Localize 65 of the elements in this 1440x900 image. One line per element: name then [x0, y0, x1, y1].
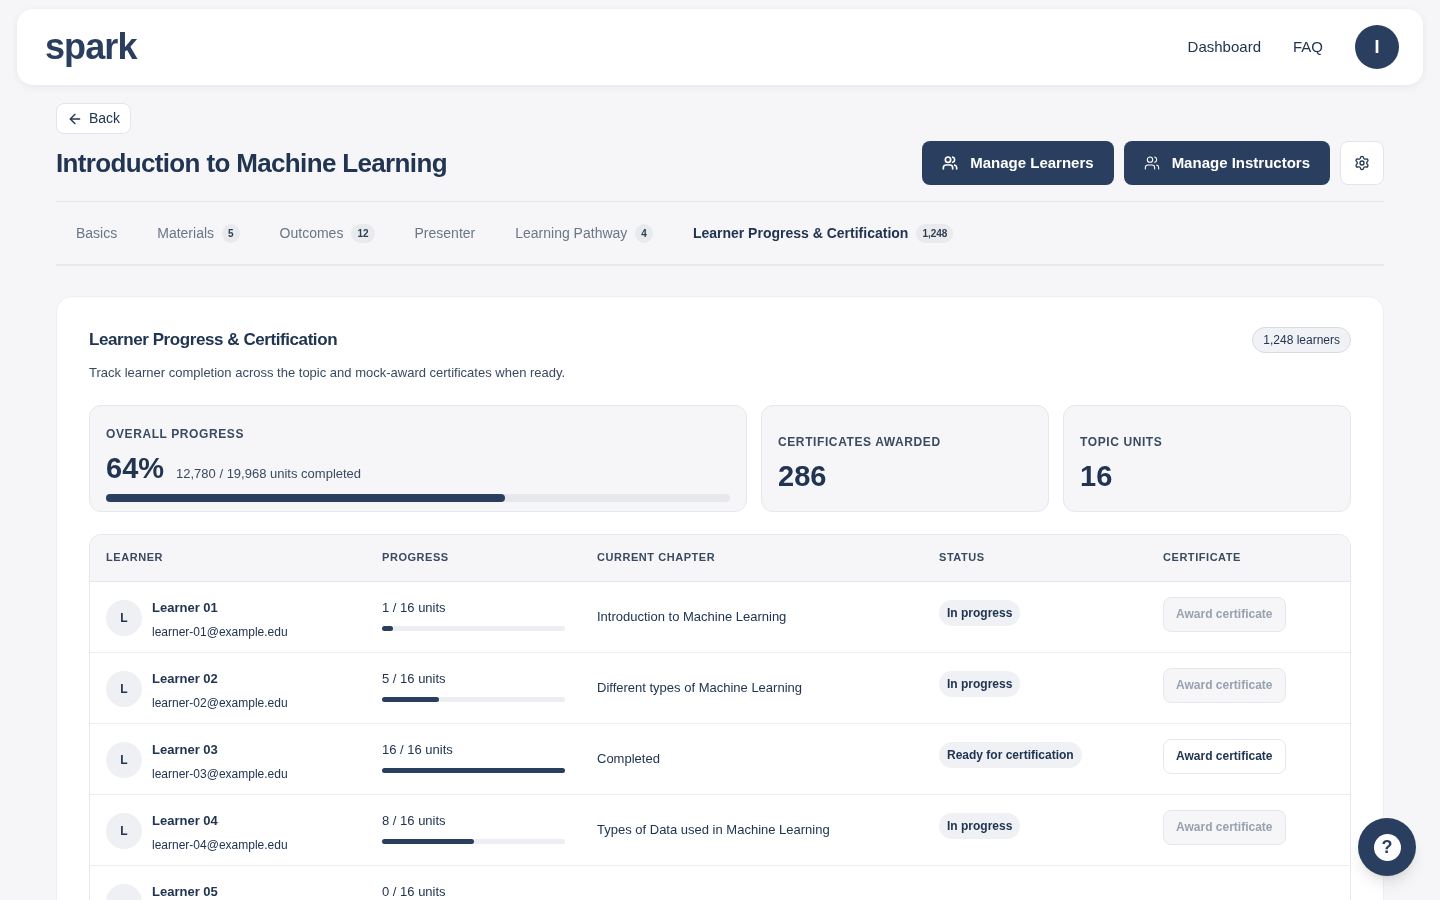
learner-email: learner-03@example.edu	[152, 766, 288, 783]
progress-text: 1 / 16 units	[382, 598, 447, 617]
settings-icon	[1354, 155, 1370, 171]
avatar[interactable]: I	[1355, 25, 1399, 69]
chapter-text: Different types of Machine Learning	[597, 678, 803, 697]
learner-email: learner-02@example.edu	[152, 695, 288, 712]
learner-name: Learner 02	[152, 669, 219, 688]
manage-button[interactable]: Manage Learners	[922, 141, 1114, 185]
nav-link[interactable]: FAQ	[1293, 35, 1323, 59]
stat-label: OVERALL PROGRESS	[106, 425, 246, 443]
learner-email: learner-01@example.edu	[152, 624, 288, 641]
avatar: L	[106, 599, 142, 636]
column-header: PROGRESS	[382, 550, 450, 566]
count-badge: 4	[635, 223, 653, 243]
status-pill: In progress	[939, 670, 1021, 697]
stat-value: 16	[1080, 458, 1114, 494]
chapter-text: Completed	[597, 749, 661, 768]
settings-button[interactable]	[1340, 141, 1384, 185]
progress-text: 5 / 16 units	[382, 669, 447, 688]
back-button[interactable]: Back	[56, 103, 132, 134]
stat-detail: 12,780 / 19,968 units completed	[176, 464, 362, 483]
avatar: L	[106, 670, 142, 707]
tab[interactable]: Materials 5	[157, 222, 240, 244]
learner-name: Learner 05	[152, 882, 218, 900]
count-badge: 1,248	[916, 223, 954, 243]
nav-link[interactable]: Dashboard	[1187, 35, 1261, 59]
learner-email: learner-04@example.edu	[152, 837, 288, 854]
progress-text: 8 / 16 units	[382, 811, 447, 830]
learner-name: Learner 01	[152, 598, 219, 617]
progress-text: 16 / 16 units	[382, 740, 454, 759]
tab[interactable]: Learning Pathway 4	[515, 222, 653, 244]
tab[interactable]: Learner Progress & Certification 1,248	[692, 222, 954, 244]
stat-label: CERTIFICATES AWARDED	[778, 433, 942, 451]
tab[interactable]: Outcomes 12	[279, 222, 375, 244]
status-pill: Ready for certification	[939, 741, 1082, 768]
learner-count-badge: 1,248 learners	[1252, 327, 1351, 353]
help-button[interactable]: ?	[1358, 818, 1416, 876]
count-badge: 12	[351, 223, 375, 243]
tab[interactable]: Presenter	[414, 222, 476, 244]
people-icon	[942, 155, 959, 171]
avatar: L	[106, 812, 142, 849]
stat-value: 64%	[106, 450, 165, 486]
stat-label: TOPIC UNITS	[1080, 433, 1164, 451]
chapter-text: Introduction to Machine Learning	[597, 607, 788, 626]
column-header: LEARNER	[106, 550, 165, 566]
avatar: L	[106, 741, 142, 778]
column-header: CERTIFICATE	[1163, 550, 1242, 566]
chapter-text: Types of Data used in Machine Learning	[597, 820, 831, 839]
progress-text: 0 / 16 units	[382, 882, 447, 900]
logo[interactable]: spark	[45, 29, 137, 65]
manage-button[interactable]: Manage Instructors	[1123, 141, 1330, 185]
learner-name: Learner 03	[152, 740, 219, 759]
page-title: Introduction to Machine Learning	[56, 146, 447, 180]
tab[interactable]: Basics	[76, 222, 118, 244]
people-icon	[1143, 155, 1160, 171]
status-pill: In progress	[939, 812, 1021, 839]
learner-name: Learner 04	[152, 811, 219, 830]
column-header: CURRENT CHAPTER	[597, 550, 717, 566]
award-certificate-button[interactable]: Award certificate	[1163, 738, 1286, 774]
count-badge: 5	[222, 223, 240, 243]
panel-title: Learner Progress & Certification	[89, 329, 338, 352]
column-header: STATUS	[939, 550, 986, 566]
stat-value: 286	[778, 458, 828, 494]
panel-description: Track learner completion across the topic and mock-award certificates when ready.	[89, 364, 567, 382]
status-pill: In progress	[939, 599, 1021, 626]
